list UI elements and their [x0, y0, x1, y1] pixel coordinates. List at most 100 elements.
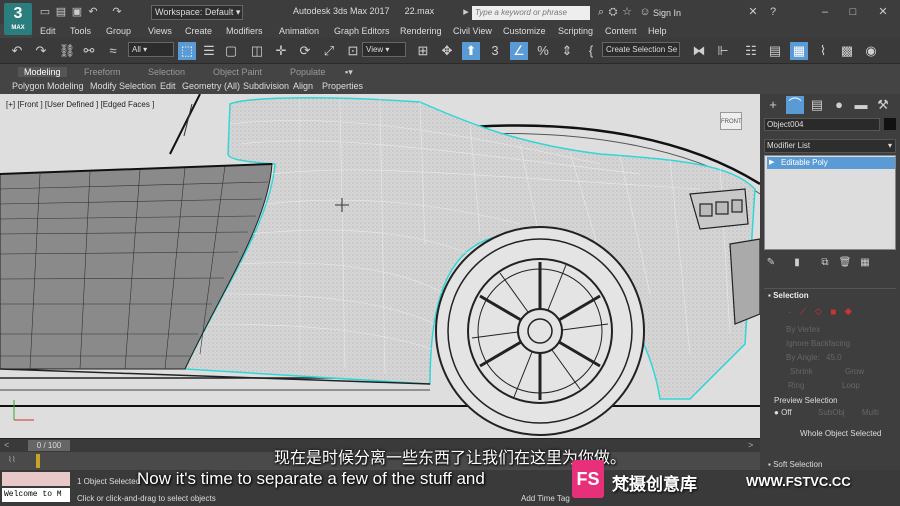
create-tab-icon[interactable]: +	[764, 96, 782, 114]
material-editor-icon[interactable]: ▩	[838, 42, 856, 60]
modify-tab-icon[interactable]: ⌒	[786, 96, 804, 114]
add-time-tag-button[interactable]: Add Time Tag	[521, 494, 570, 503]
keyboard-shortcut-override-icon[interactable]: ⬆	[462, 42, 480, 60]
object-color-swatch[interactable]	[884, 118, 896, 130]
panel-subdivision[interactable]: Subdivision	[243, 81, 289, 91]
mirror-icon[interactable]: ⧓	[690, 42, 708, 60]
window-crossing-icon[interactable]: ◫	[248, 42, 266, 60]
menu-civil-view[interactable]: Civil View	[453, 26, 492, 36]
close-icon[interactable]: ✕	[876, 5, 890, 19]
tab-populate[interactable]: Populate	[290, 67, 326, 77]
bind-space-warp-icon[interactable]: ≈	[104, 42, 122, 60]
tab-selection[interactable]: Selection	[148, 67, 185, 77]
preview-multi-radio[interactable]: Multi	[862, 408, 879, 417]
manipulate-icon[interactable]: ✥	[438, 42, 456, 60]
tab-object-paint[interactable]: Object Paint	[213, 67, 262, 77]
maximize-icon[interactable]: □	[846, 5, 860, 19]
selection-region-icon[interactable]: ▢	[222, 42, 240, 60]
viewport-label[interactable]: [+] [Front ] [User Defined ] [Edged Face…	[6, 100, 154, 109]
tab-modeling[interactable]: Modeling	[18, 67, 67, 77]
menu-modifiers[interactable]: Modifiers	[226, 26, 263, 36]
user-icon[interactable]: ☺	[638, 5, 652, 19]
expand-arrow-icon[interactable]: ▶	[769, 158, 774, 166]
pivot-icon[interactable]: ⊞	[414, 42, 432, 60]
menu-tools[interactable]: Tools	[70, 26, 91, 36]
preview-subobj-radio[interactable]: SubObj	[818, 408, 845, 417]
menu-customize[interactable]: Customize	[503, 26, 546, 36]
grow-button[interactable]: Grow	[845, 367, 864, 376]
undo-icon[interactable]: ↶	[86, 5, 100, 19]
curve-editor-icon[interactable]: ⌇	[814, 42, 832, 60]
hierarchy-tab-icon[interactable]: ▤	[808, 96, 826, 114]
menu-content[interactable]: Content	[605, 26, 637, 36]
selection-rollout-title[interactable]: ▪ Selection	[768, 291, 809, 300]
by-angle-value[interactable]: 45.0	[826, 353, 842, 362]
link-icon[interactable]: ⛓	[58, 42, 76, 60]
scene-explorer-icon[interactable]: ▦	[790, 42, 808, 60]
selection-filter-dropdown[interactable]: All ▾	[128, 42, 174, 57]
subscription-icon[interactable]: ⛭	[606, 5, 620, 19]
object-name-field[interactable]: Object004	[764, 118, 880, 131]
stack-item-editable-poly[interactable]: Editable Poly	[767, 157, 895, 169]
menu-graph-editors[interactable]: Graph Editors	[334, 26, 390, 36]
workspace-dropdown[interactable]: Workspace: Default ▾	[151, 5, 243, 20]
display-tab-icon[interactable]: ▬	[852, 96, 870, 114]
named-selection-dropdown[interactable]: Create Selection Se	[602, 42, 680, 57]
motion-tab-icon[interactable]: ●	[830, 96, 848, 114]
shrink-button[interactable]: Shrink	[790, 367, 813, 376]
menu-views[interactable]: Views	[148, 26, 172, 36]
show-end-result-icon[interactable]: ▮	[790, 254, 804, 272]
redo-icon[interactable]: ↷	[32, 42, 50, 60]
select-object-icon[interactable]: ⬚	[178, 42, 196, 60]
menu-help[interactable]: Help	[648, 26, 667, 36]
ring-button[interactable]: Ring	[788, 381, 804, 390]
rotate-icon[interactable]: ⟳	[296, 42, 314, 60]
loop-button[interactable]: Loop	[842, 381, 860, 390]
move-icon[interactable]: ✛	[272, 42, 290, 60]
by-angle-checkbox[interactable]: By Angle:	[786, 353, 820, 362]
by-vertex-checkbox[interactable]: By Vertex	[786, 325, 820, 334]
tab-freeform[interactable]: Freeform	[84, 67, 121, 77]
front-viewport[interactable]	[0, 94, 760, 438]
pin-stack-icon[interactable]: ✎	[764, 254, 778, 272]
ignore-backfacing-checkbox[interactable]: Ignore Backfacing	[786, 339, 850, 348]
panel-edit[interactable]: Edit	[160, 81, 176, 91]
menu-animation[interactable]: Animation	[279, 26, 319, 36]
menu-scripting[interactable]: Scripting	[558, 26, 593, 36]
align-icon[interactable]: ⊩	[714, 42, 732, 60]
layer-explorer-icon[interactable]: ☷	[742, 42, 760, 60]
panel-geometry-all[interactable]: Geometry (All)	[182, 81, 240, 91]
minimize-icon[interactable]: –	[818, 5, 832, 19]
panel-properties[interactable]: Properties	[322, 81, 363, 91]
undo-icon[interactable]: ↶	[8, 42, 26, 60]
place-icon[interactable]: ⊡	[344, 42, 362, 60]
exchange-icon[interactable]: ✕	[746, 5, 760, 19]
panel-polygon-modeling[interactable]: Polygon Modeling	[12, 81, 84, 91]
open-file-icon[interactable]: ▤	[54, 5, 68, 19]
percent-snap-icon[interactable]: %	[534, 42, 552, 60]
app-logo[interactable]: 3 MAX	[4, 3, 32, 35]
modifier-list-dropdown[interactable]: Modifier List ▾	[764, 139, 896, 153]
menu-create[interactable]: Create	[185, 26, 212, 36]
menu-group[interactable]: Group	[106, 26, 131, 36]
preview-off-radio[interactable]: ● Off	[774, 408, 792, 417]
save-icon[interactable]: ▣	[70, 5, 84, 19]
maxscript-mini-listener[interactable]: Welcome to M	[2, 488, 70, 502]
toggle-ribbon-icon[interactable]: ▤	[766, 42, 784, 60]
configure-modifier-sets-icon[interactable]: ▦	[858, 254, 872, 272]
remove-modifier-icon[interactable]: 🗑	[838, 254, 852, 272]
menu-rendering[interactable]: Rendering	[400, 26, 442, 36]
select-by-name-icon[interactable]: ☰	[200, 42, 218, 60]
spinner-snap-icon[interactable]: ⇕	[558, 42, 576, 60]
scale-icon[interactable]: ⤢	[320, 42, 338, 60]
new-file-icon[interactable]: ▭	[38, 5, 52, 19]
utilities-tab-icon[interactable]: ⚒	[874, 96, 892, 114]
view-cube[interactable]: FRONT	[720, 112, 742, 130]
modifier-stack[interactable]: Editable Poly ▶	[764, 155, 896, 250]
make-unique-icon[interactable]: ⧉	[818, 254, 832, 272]
render-setup-icon[interactable]: ◉	[862, 42, 880, 60]
reference-coordinate-dropdown[interactable]: View ▾	[362, 42, 406, 57]
search-toggle-icon[interactable]: ▸	[459, 5, 473, 19]
maxscript-listener[interactable]	[2, 472, 70, 486]
menu-edit[interactable]: Edit	[40, 26, 56, 36]
